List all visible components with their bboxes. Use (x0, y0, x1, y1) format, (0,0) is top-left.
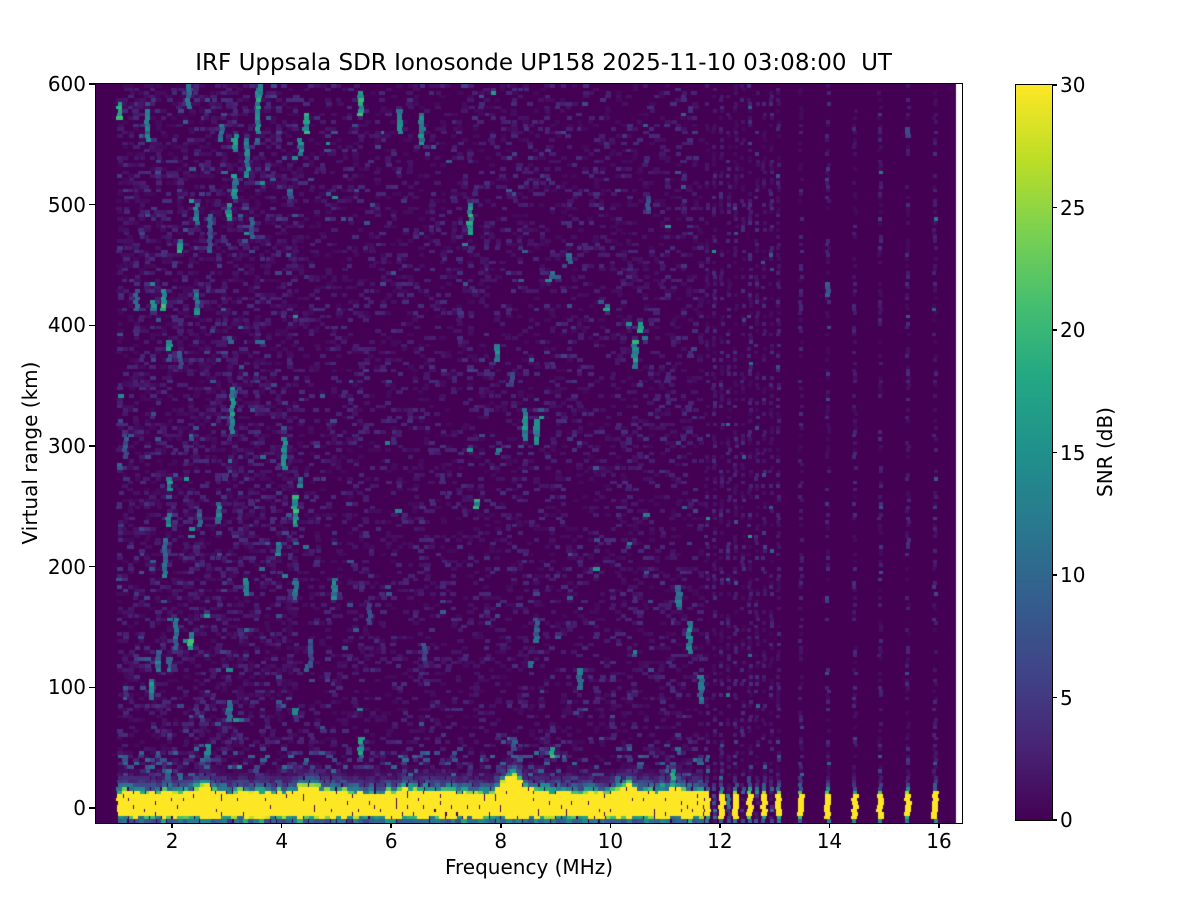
y-tick-mark (89, 807, 96, 809)
colorbar-tick-mark (1052, 574, 1057, 576)
y-tick-label: 0 (26, 795, 86, 821)
colorbar-gradient (1016, 85, 1052, 820)
x-tick-mark (610, 823, 612, 828)
x-tick-label: 2 (132, 828, 212, 854)
y-tick-mark (89, 204, 96, 206)
x-tick-label: 10 (570, 828, 650, 854)
chart-title: IRF Uppsala SDR Ionosonde UP158 2025-11-… (195, 50, 892, 76)
x-tick-mark (938, 823, 940, 828)
x-tick-mark (829, 823, 831, 828)
colorbar-tick-label: 0 (1060, 807, 1120, 833)
colorbar-tick-label: 10 (1060, 562, 1120, 588)
colorbar-tick-mark (1052, 329, 1057, 331)
y-tick-mark (89, 566, 96, 568)
colorbar-tick-mark (1052, 207, 1057, 209)
y-tick-label: 200 (26, 554, 86, 580)
x-tick-label: 6 (351, 828, 431, 854)
colorbar-tick-mark (1052, 697, 1057, 699)
x-tick-label: 14 (789, 828, 869, 854)
x-tick-mark (281, 823, 283, 828)
colorbar-tick-label: 5 (1060, 685, 1120, 711)
colorbar-tick-label: 30 (1060, 72, 1120, 98)
x-tick-mark (500, 823, 502, 828)
y-tick-mark (89, 445, 96, 447)
x-tick-mark (390, 823, 392, 828)
x-tick-mark (719, 823, 721, 828)
y-tick-label: 600 (26, 71, 86, 97)
y-tick-label: 400 (26, 312, 86, 338)
colorbar-tick-label: 20 (1060, 317, 1120, 343)
y-tick-mark (89, 687, 96, 689)
x-tick-label: 4 (242, 828, 322, 854)
y-tick-label: 500 (26, 192, 86, 218)
ionogram-figure: IRF Uppsala SDR Ionosonde UP158 2025-11-… (0, 0, 1200, 900)
x-tick-label: 16 (899, 828, 979, 854)
colorbar-tick-label: 25 (1060, 195, 1120, 221)
x-tick-label: 12 (680, 828, 760, 854)
x-tick-label: 8 (461, 828, 541, 854)
colorbar-tick-label: 15 (1060, 440, 1120, 466)
colorbar-tick-mark (1052, 452, 1057, 454)
y-tick-mark (89, 325, 96, 327)
x-axis-label: Frequency (MHz) (96, 855, 962, 879)
y-tick-label: 100 (26, 674, 86, 700)
colorbar-tick-mark (1052, 819, 1057, 821)
colorbar-tick-mark (1052, 84, 1057, 86)
x-tick-mark (171, 823, 173, 828)
y-tick-label: 300 (26, 433, 86, 459)
y-tick-mark (89, 83, 96, 85)
ionogram-heatmap (96, 84, 962, 823)
